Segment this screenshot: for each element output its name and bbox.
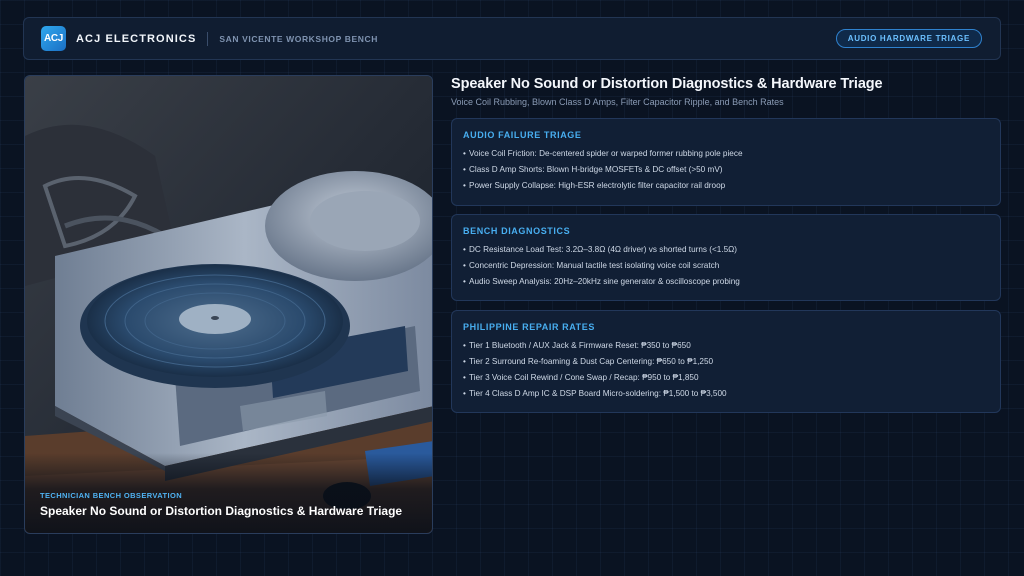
top-header-bar: ACJ ACJ ELECTRONICS SAN VICENTE WORKSHOP…: [23, 17, 1001, 60]
list-item: Power Supply Collapse: High-ESR electrol…: [463, 178, 989, 194]
header-divider: [207, 31, 209, 46]
brand-name: ACJ ELECTRONICS: [76, 32, 197, 45]
photo-caption-title: Speaker No Sound or Distortion Diagnosti…: [40, 504, 403, 518]
page-subtitle: Voice Coil Rubbing, Blown Class D Amps, …: [451, 97, 784, 107]
panel-heading: PHILIPPINE REPAIR RATES: [463, 322, 595, 332]
list-item: Tier 1 Bluetooth / AUX Jack & Firmware R…: [463, 338, 989, 354]
list-item: Tier 4 Class D Amp IC & DSP Board Micro-…: [463, 386, 989, 402]
workshop-location: SAN VICENTE WORKSHOP BENCH: [219, 33, 378, 44]
repair-rates-panel: PHILIPPINE REPAIR RATES Tier 1 Bluetooth…: [451, 310, 1001, 413]
bench-diagnostics-panel: BENCH DIAGNOSTICS DC Resistance Load Tes…: [451, 214, 1001, 301]
panel-heading: BENCH DIAGNOSTICS: [463, 226, 571, 236]
list-item: Audio Sweep Analysis: 20Hz–20kHz sine ge…: [463, 274, 989, 290]
list-item: Voice Coil Friction: De-centered spider …: [463, 146, 989, 162]
photo-caption-kicker: TECHNICIAN BENCH OBSERVATION: [40, 491, 183, 500]
list-item: Tier 2 Surround Re-foaming & Dust Cap Ce…: [463, 354, 989, 370]
category-badge[interactable]: AUDIO HARDWARE TRIAGE: [835, 29, 982, 48]
bench-photo-card: TECHNICIAN BENCH OBSERVATION Speaker No …: [24, 75, 433, 534]
brand-logo-icon: ACJ: [41, 26, 66, 51]
list-item: DC Resistance Load Test: 3.2Ω–3.8Ω (4Ω d…: [463, 242, 989, 258]
page-title: Speaker No Sound or Distortion Diagnosti…: [451, 76, 883, 92]
audio-failure-triage-panel: AUDIO FAILURE TRIAGE Voice Coil Friction…: [451, 118, 1001, 206]
list-item: Tier 3 Voice Coil Rewind / Cone Swap / R…: [463, 370, 989, 386]
panel-heading: AUDIO FAILURE TRIAGE: [463, 130, 582, 140]
list-item: Concentric Depression: Manual tactile te…: [463, 258, 989, 274]
list-item: Class D Amp Shorts: Blown H-bridge MOSFE…: [463, 162, 989, 178]
